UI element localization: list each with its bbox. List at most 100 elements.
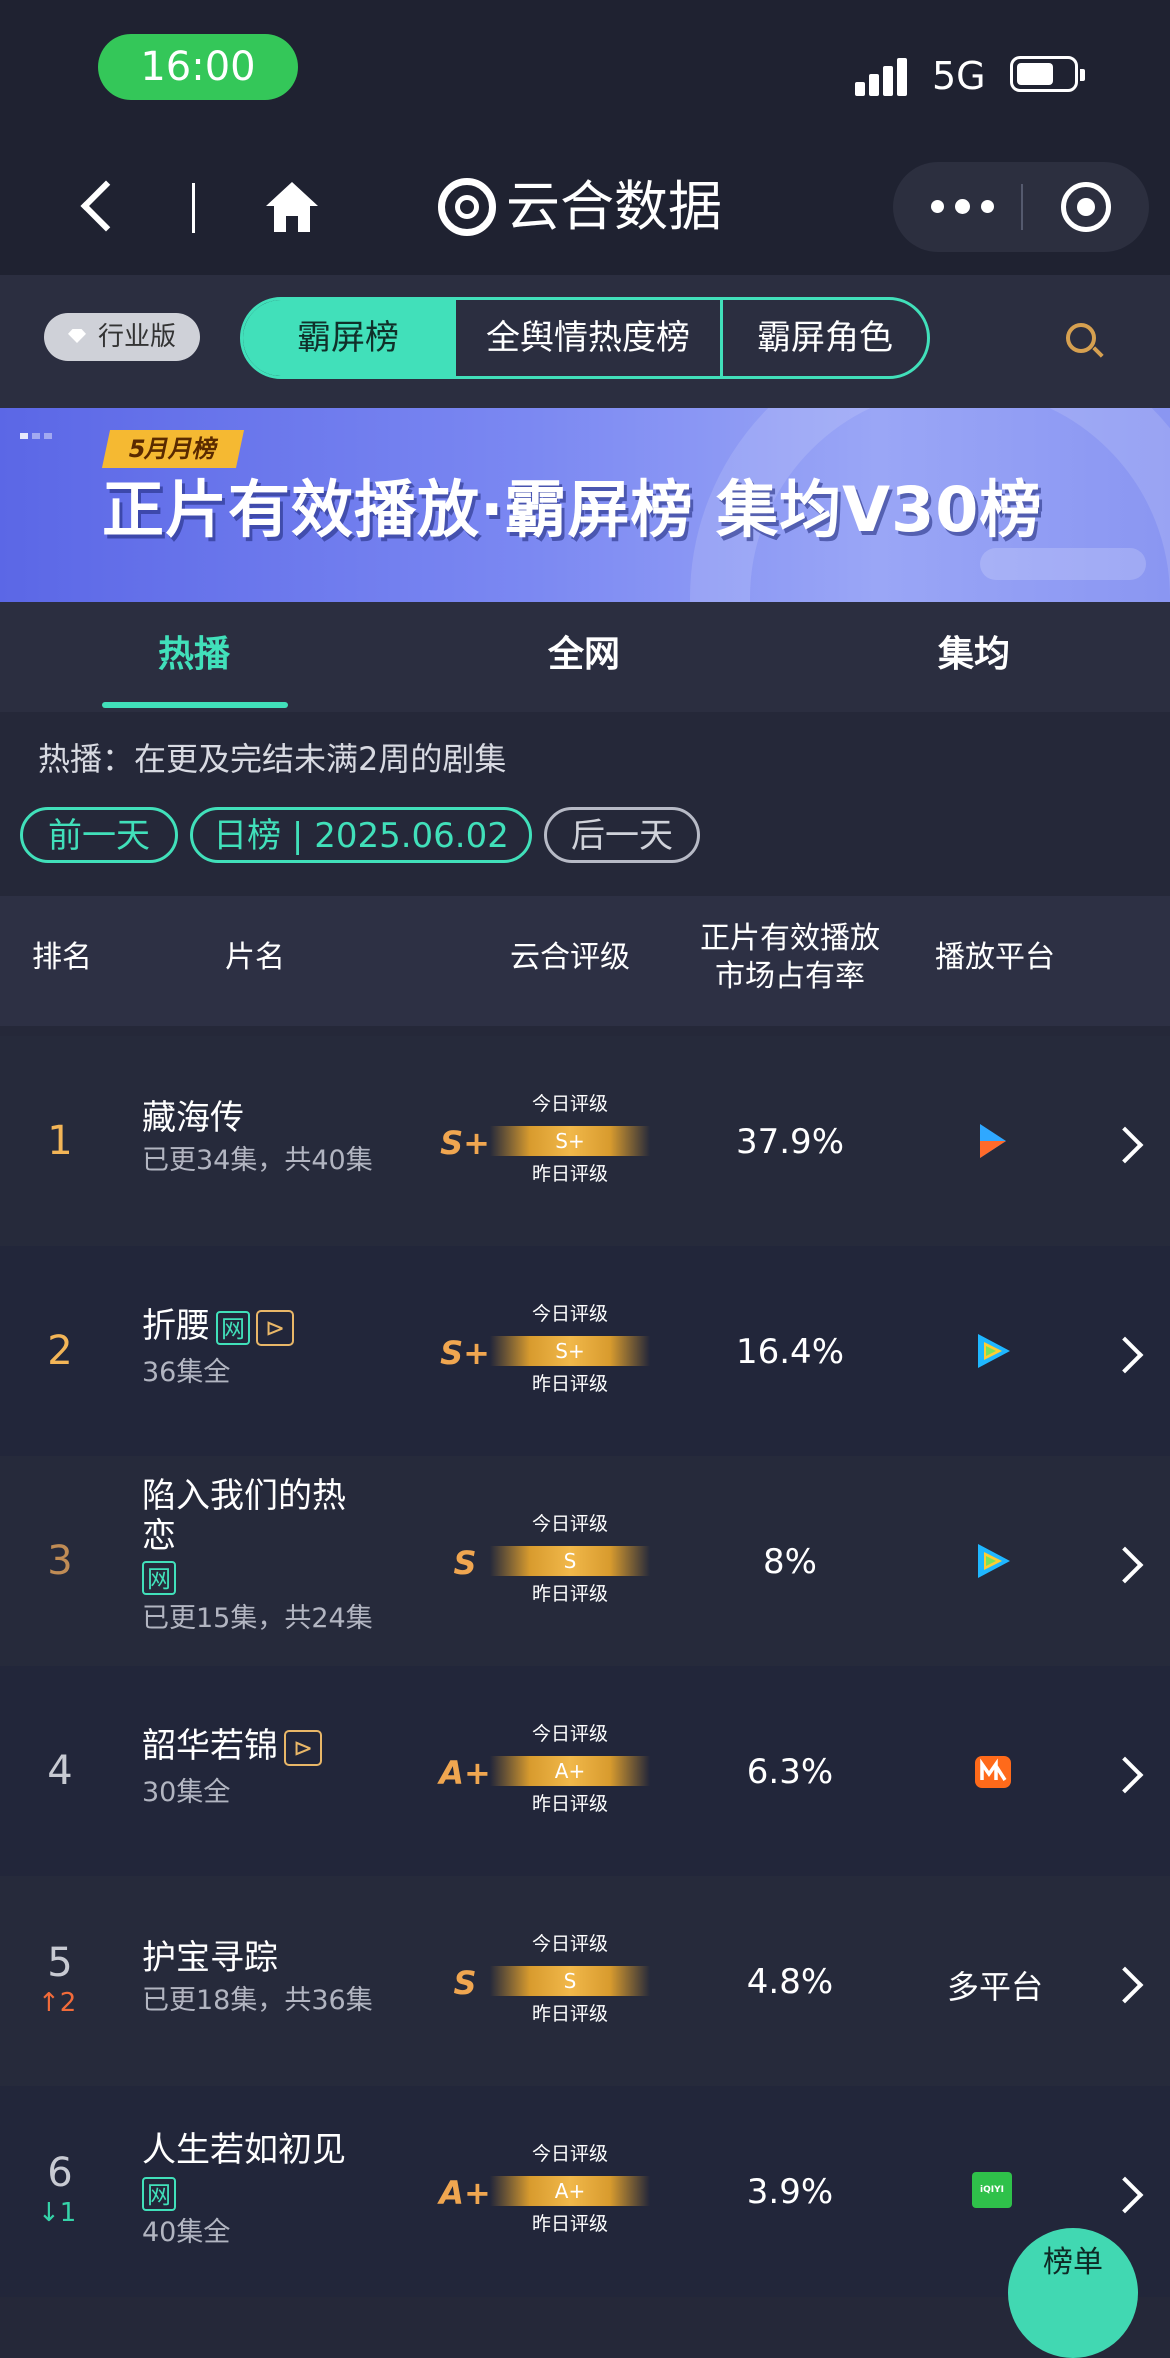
more-icon[interactable] — [923, 162, 1001, 252]
table-row[interactable]: 2 折腰网 ⊳ 36集全 S+ 今日评级 S+ 昨日评级 16.4% — [0, 1246, 1170, 1456]
rank-change-value: 1 — [59, 2198, 77, 2228]
mango-tv-icon — [975, 1756, 1011, 1788]
banner-badge: 5月月榜 — [101, 430, 245, 468]
banner-decoration — [980, 548, 1146, 580]
market-share: 3.9% — [746, 2172, 834, 2212]
chevron-right-icon[interactable] — [1106, 1756, 1144, 1794]
table-row[interactable]: 4 韶华若锦 ⊳ 30集全 A+ 今日评级 A+ 昨日评级 6.3% — [0, 1666, 1170, 1876]
miniprogram-capsule — [893, 162, 1149, 252]
nav-divider — [192, 183, 195, 233]
rank-number: 5 — [47, 1940, 73, 1986]
episode-status: 30集全 — [142, 1777, 231, 1808]
date-selector[interactable]: 日榜 | 2025.06.02 — [190, 807, 532, 863]
tencent-video-icon — [978, 1334, 1010, 1368]
ranking-list-button[interactable]: 榜单 — [1008, 2228, 1138, 2358]
youku-icon — [980, 1124, 1006, 1158]
today-rating-value: S+ — [555, 1129, 585, 1153]
drama-title: 人生若如初见 — [142, 2130, 346, 2170]
market-share: 8% — [763, 1542, 817, 1582]
prev-day-button[interactable]: 前一天 — [20, 807, 178, 863]
network-type: 5G — [932, 54, 986, 98]
rating-widget: 今日评级 S+ 昨日评级 — [480, 1092, 660, 1202]
rank-number: 4 — [47, 1748, 73, 1794]
rank-change-down: ↓1 — [38, 2198, 77, 2228]
episode-status: 已更34集，共40集 — [142, 1145, 373, 1176]
rating-widget: 今日评级 S 昨日评级 — [480, 1512, 660, 1622]
web-drama-tag: 网 — [142, 2176, 176, 2211]
chevron-right-icon[interactable] — [1106, 1546, 1144, 1584]
market-share: 6.3% — [746, 1752, 834, 1792]
yesterday-rating-label: 昨日评级 — [531, 2003, 608, 2025]
rank-number: 3 — [47, 1538, 73, 1584]
chevron-right-icon[interactable] — [1106, 1336, 1144, 1374]
segment-bapingbang[interactable]: 霸屏榜 — [243, 300, 453, 376]
episode-status: 36集全 — [142, 1357, 231, 1388]
chevron-right-icon[interactable] — [1106, 2176, 1144, 2214]
rating-widget: 今日评级 A+ 昨日评级 — [480, 1722, 660, 1832]
table-row[interactable]: 3 陷入我们的热 恋 网 已更15集，共24集 S 今日评级 S 昨日评级 8% — [0, 1456, 1170, 1666]
brand-name: 云合数据 — [506, 175, 722, 238]
fast-forward-icon: ⊳ — [256, 1309, 294, 1346]
drama-title: 韶华若锦 — [142, 1726, 278, 1766]
today-rating-value: S+ — [555, 1339, 585, 1363]
header-platform: 播放平台 — [935, 940, 1055, 975]
back-button[interactable] — [70, 172, 130, 242]
tab-all-network[interactable]: 全网 — [484, 632, 684, 678]
today-rating-label: 今日评级 — [531, 1723, 608, 1745]
today-rating-value: A+ — [554, 2179, 586, 2203]
header-grade: 云合评级 — [510, 940, 630, 975]
rank-change-value: 2 — [59, 1988, 77, 2018]
today-rating-label: 今日评级 — [531, 2143, 608, 2165]
status-time: 16:00 — [98, 34, 298, 100]
tab-hot[interactable]: 热播 — [94, 632, 294, 678]
fast-forward-icon: ⊳ — [284, 1729, 322, 1766]
active-tab-indicator — [102, 702, 288, 708]
home-icon — [266, 182, 318, 232]
tab-per-episode[interactable]: 集均 — [874, 632, 1074, 678]
web-drama-tag: 网 — [216, 1310, 250, 1345]
web-drama-tag-wrap: 网 — [136, 1556, 176, 1596]
segment-public-opinion[interactable]: 全舆情热度榜 — [456, 300, 720, 376]
web-drama-tag: 网 — [142, 1560, 176, 1595]
signal-icon — [855, 56, 915, 96]
rank-number: 6 — [47, 2150, 73, 2196]
segment-roles[interactable]: 霸屏角色 — [723, 300, 927, 376]
market-share: 16.4% — [735, 1332, 844, 1372]
today-rating-label: 今日评级 — [531, 1933, 608, 1955]
industry-edition-badge[interactable]: 行业版 — [44, 313, 200, 361]
yesterday-rating-label: 昨日评级 — [531, 2213, 608, 2235]
tab-description: 热播：在更及完结未满2周的剧集 — [38, 740, 507, 778]
header-title: 片名 — [225, 940, 285, 975]
table-row[interactable]: 1 藏海传 已更34集，共40集 S+ 今日评级 S+ 昨日评级 37.9% — [0, 1036, 1170, 1246]
today-rating-value: S — [563, 1969, 577, 1993]
search-button[interactable] — [1042, 303, 1122, 375]
battery-icon — [1010, 56, 1085, 92]
header-share-line2: 市场占有率 — [715, 959, 865, 994]
header-rank: 排名 — [32, 940, 92, 975]
rank-number: 2 — [47, 1328, 73, 1374]
today-rating-value: S — [563, 1549, 577, 1573]
web-drama-tag-wrap: 网 — [136, 2172, 176, 2212]
next-day-button[interactable]: 后一天 — [544, 807, 700, 863]
close-miniprogram-icon[interactable] — [1061, 182, 1111, 232]
market-share: 37.9% — [735, 1122, 844, 1162]
tencent-video-icon — [978, 1544, 1010, 1578]
table-row[interactable]: 6 ↓1 人生若如初见 网 40集全 A+ 今日评级 A+ 昨日评级 3.9% … — [0, 2086, 1170, 2297]
chevron-right-icon[interactable] — [1106, 1966, 1144, 2004]
header-share-line1: 正片有效播放 — [700, 921, 880, 956]
drama-title: 折腰 — [142, 1306, 210, 1346]
today-rating-label: 今日评级 — [531, 1093, 608, 1115]
chevron-right-icon[interactable] — [1106, 1126, 1144, 1164]
today-rating-label: 今日评级 — [531, 1513, 608, 1535]
drama-title: 护宝寻踪 — [142, 1938, 278, 1978]
home-button[interactable] — [262, 178, 322, 236]
today-rating-value: A+ — [554, 1759, 586, 1783]
rank-number: 1 — [47, 1118, 73, 1164]
drama-title-line: 韶华若锦 ⊳ — [142, 1726, 322, 1766]
yesterday-rating-label: 昨日评级 — [531, 1583, 608, 1605]
episode-status: 已更18集，共36集 — [142, 1985, 373, 2016]
drama-title-line: 折腰网 ⊳ — [142, 1306, 294, 1346]
table-row[interactable]: 5 ↑2 护宝寻踪 已更18集，共36集 S 今日评级 S 昨日评级 4.8% … — [0, 1876, 1170, 2086]
today-rating-label: 今日评级 — [531, 1303, 608, 1325]
episode-status: 已更15集，共24集 — [142, 1603, 373, 1634]
